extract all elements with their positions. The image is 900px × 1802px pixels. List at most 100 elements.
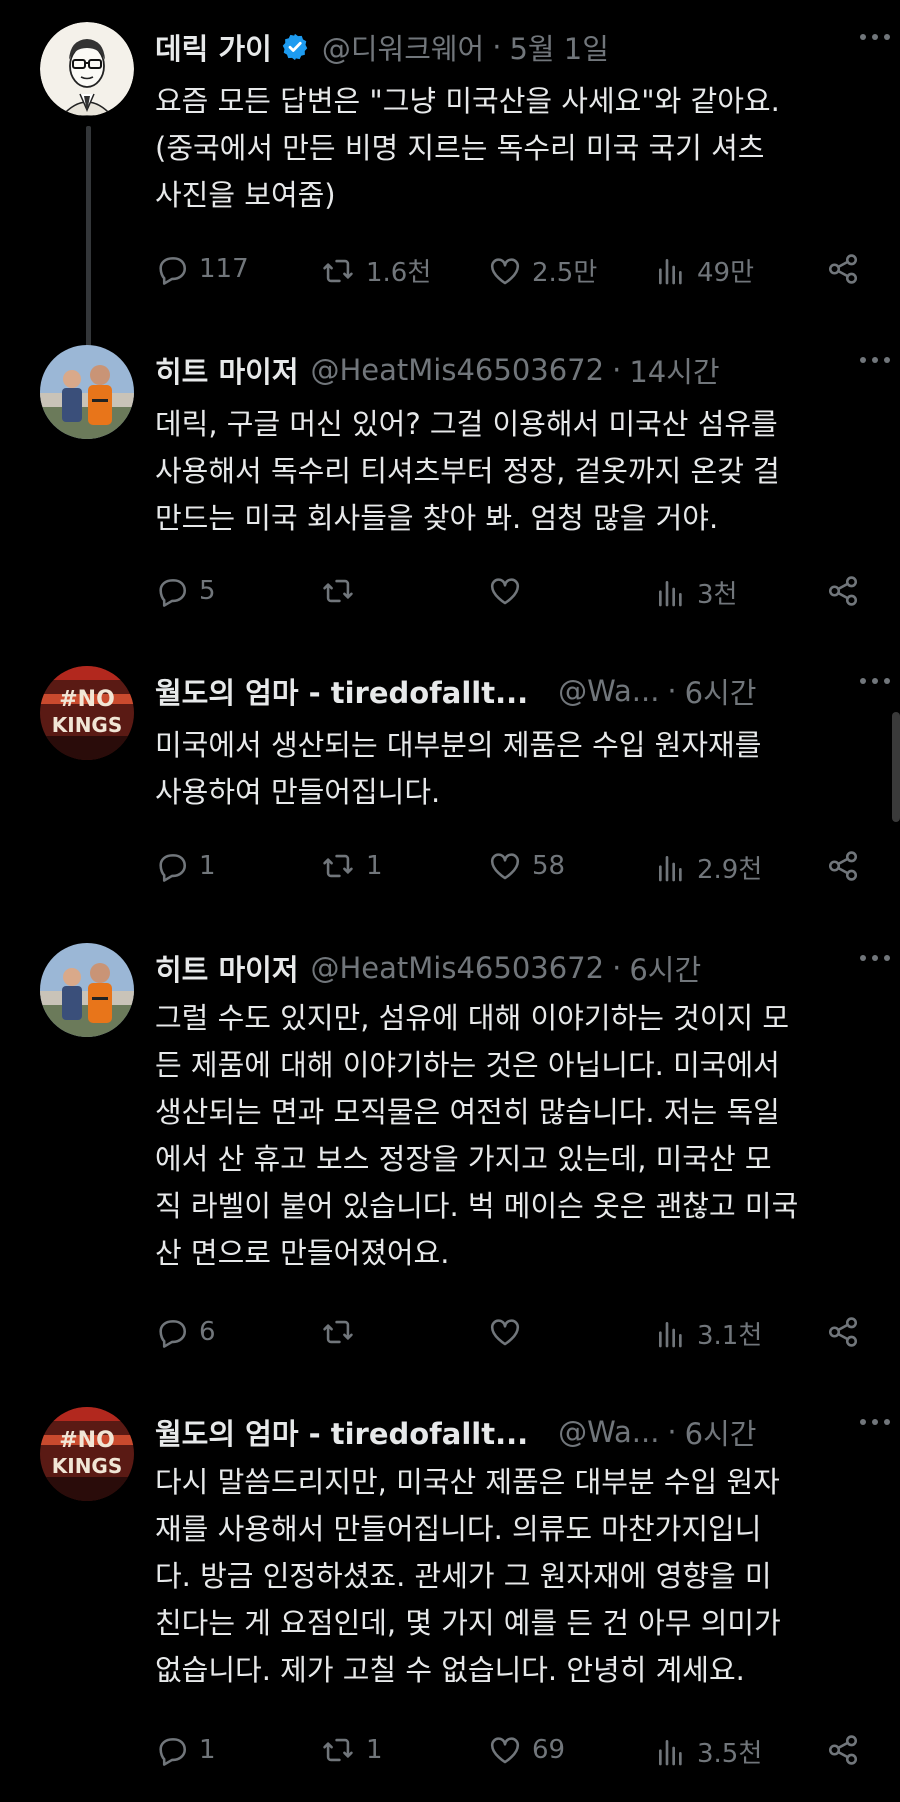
like-count: 58 — [532, 851, 566, 881]
like-button[interactable]: 2.5만 — [488, 252, 597, 289]
separator-dot: · — [667, 1415, 677, 1449]
views-count: 3.5천 — [697, 1739, 763, 1769]
tweet-header: 데릭 가이 @디워크웨어 · 5월 1일 — [155, 22, 860, 72]
retweet-button[interactable]: 1 — [320, 849, 383, 883]
like-button[interactable]: 58 — [488, 849, 565, 883]
reply-button[interactable]: 6 — [155, 1315, 216, 1349]
action-bar: 6 3.1천 — [155, 1309, 860, 1357]
separator-dot: · — [492, 30, 502, 64]
share-button[interactable] — [826, 252, 860, 286]
display-name[interactable]: 월도의 엄마 - tiredofallt... — [155, 670, 528, 712]
reply-button[interactable]: 1 — [155, 1733, 216, 1767]
more-options-icon[interactable] — [860, 678, 890, 684]
reply-icon — [159, 1738, 187, 1766]
handle[interactable]: @Wa... — [558, 674, 659, 708]
retweet-icon — [323, 1320, 353, 1344]
tweet-text: 데릭, 구글 머신 있어? 그걸 이용해서 미국산 섬유를 사용해서 독수리 티… — [155, 407, 780, 535]
views-count: 49만 — [697, 258, 755, 288]
retweet-icon — [323, 259, 353, 282]
separator-dot: · — [667, 674, 677, 708]
like-button[interactable] — [488, 574, 532, 608]
like-count: 2.5만 — [532, 258, 598, 288]
handle[interactable]: @HeatMis46503672 — [311, 353, 605, 387]
avatar-text: KINGS — [52, 713, 123, 737]
action-bar: 1 1 69 3.5천 — [155, 1727, 860, 1775]
handle[interactable]: @HeatMis46503672 — [311, 951, 605, 985]
tweet-header: 월도의 엄마 - tiredofallt... @Wa... · 6시간 — [155, 666, 860, 716]
tweet-header: 히트 마이저 @HeatMis46503672 · 14시간 — [155, 345, 860, 395]
timestamp[interactable]: 6시간 — [685, 670, 757, 712]
views-button[interactable]: 49만 — [655, 252, 754, 289]
scrollbar[interactable] — [892, 712, 900, 822]
retweet-button[interactable]: 1 — [320, 1733, 383, 1767]
reply-icon — [159, 257, 187, 285]
share-icon — [828, 1317, 858, 1347]
views-button[interactable]: 3.1천 — [655, 1315, 762, 1352]
tweet-5[interactable]: #NO KINGS 월도의 엄마 - tiredofallt... @Wa...… — [0, 1407, 900, 1797]
more-options-icon[interactable] — [860, 1419, 890, 1425]
share-button[interactable] — [826, 1315, 860, 1349]
views-button[interactable]: 2.9천 — [655, 849, 762, 886]
share-button[interactable] — [826, 849, 860, 883]
retweet-icon — [323, 1738, 353, 1762]
share-icon — [828, 851, 858, 881]
separator-dot: · — [612, 353, 622, 387]
handle[interactable]: @디워크웨어 — [322, 26, 484, 68]
display-name[interactable]: 월도의 엄마 - tiredofallt... — [155, 1411, 528, 1453]
avatar-text: #NO — [59, 687, 115, 712]
display-name[interactable]: 히트 마이저 — [155, 349, 299, 391]
views-chart-icon — [659, 1321, 682, 1347]
views-button[interactable]: 3천 — [655, 574, 737, 611]
like-button[interactable]: 69 — [488, 1733, 565, 1767]
display-name[interactable]: 데릭 가이 — [155, 26, 272, 68]
timestamp[interactable]: 5월 1일 — [509, 26, 608, 68]
avatar-no-kings[interactable]: #NO KINGS — [40, 666, 134, 760]
share-button[interactable] — [826, 574, 860, 608]
tweet-4[interactable]: 히트 마이저 @HeatMis46503672 · 6시간 그럴 수도 있지만,… — [0, 943, 900, 1351]
display-name[interactable]: 히트 마이저 — [155, 947, 299, 989]
tweet-text: 그럴 수도 있지만, 섬유에 대해 이야기하는 것이지 모 든 제품에 대해 이… — [155, 1001, 799, 1270]
more-options-icon[interactable] — [860, 34, 890, 40]
tweet-2[interactable]: 히트 마이저 @HeatMis46503672 · 14시간 데릭, 구글 머신… — [0, 345, 900, 615]
heart-icon — [490, 853, 520, 880]
retweet-button[interactable]: 1.6천 — [320, 252, 431, 289]
tweet-text: 요즘 모든 답변은 "그냥 미국산을 사세요"와 같아요. (중국에서 만든 비… — [155, 84, 780, 212]
timestamp[interactable]: 14시간 — [629, 349, 719, 391]
views-button[interactable]: 3.5천 — [655, 1733, 762, 1770]
reply-count: 5 — [199, 576, 216, 606]
reply-icon — [159, 1320, 187, 1348]
action-bar: 1 1 58 2.9천 — [155, 843, 860, 891]
thread-line — [86, 126, 91, 356]
tweet-3[interactable]: #NO KINGS 월도의 엄마 - tiredofallt... @Wa...… — [0, 666, 900, 886]
avatar-heat-miser[interactable] — [40, 943, 134, 1037]
reply-button[interactable]: 117 — [155, 252, 249, 286]
handle[interactable]: @Wa... — [558, 1415, 659, 1449]
views-chart-icon — [659, 580, 682, 606]
retweet-button[interactable] — [320, 574, 366, 608]
more-options-icon[interactable] — [860, 357, 890, 363]
heart-icon — [490, 1737, 520, 1764]
views-count: 3.1천 — [697, 1321, 763, 1351]
reply-icon — [159, 579, 187, 607]
heart-icon — [490, 1319, 520, 1346]
reply-icon — [159, 854, 187, 882]
timestamp[interactable]: 6시간 — [629, 947, 701, 989]
reply-count: 117 — [199, 254, 249, 284]
retweet-button[interactable] — [320, 1315, 366, 1349]
share-button[interactable] — [826, 1733, 860, 1767]
avatar-no-kings[interactable]: #NO KINGS — [40, 1407, 134, 1501]
timestamp[interactable]: 6시간 — [685, 1411, 757, 1453]
like-button[interactable] — [488, 1315, 532, 1349]
tweet-1[interactable]: 데릭 가이 @디워크웨어 · 5월 1일 요즘 모든 답변은 "그냥 미국산을 … — [0, 22, 900, 356]
reply-button[interactable]: 5 — [155, 574, 216, 608]
more-options-icon[interactable] — [860, 955, 890, 961]
avatar-text: KINGS — [52, 1454, 123, 1478]
share-icon — [828, 576, 858, 606]
avatar-derek-guy[interactable] — [40, 22, 134, 116]
avatar-heat-miser[interactable] — [40, 345, 134, 439]
retweet-icon — [323, 579, 353, 603]
reply-button[interactable]: 1 — [155, 849, 216, 883]
views-count: 3천 — [697, 580, 738, 610]
views-chart-icon — [659, 1739, 682, 1765]
verified-badge-icon — [280, 32, 310, 62]
